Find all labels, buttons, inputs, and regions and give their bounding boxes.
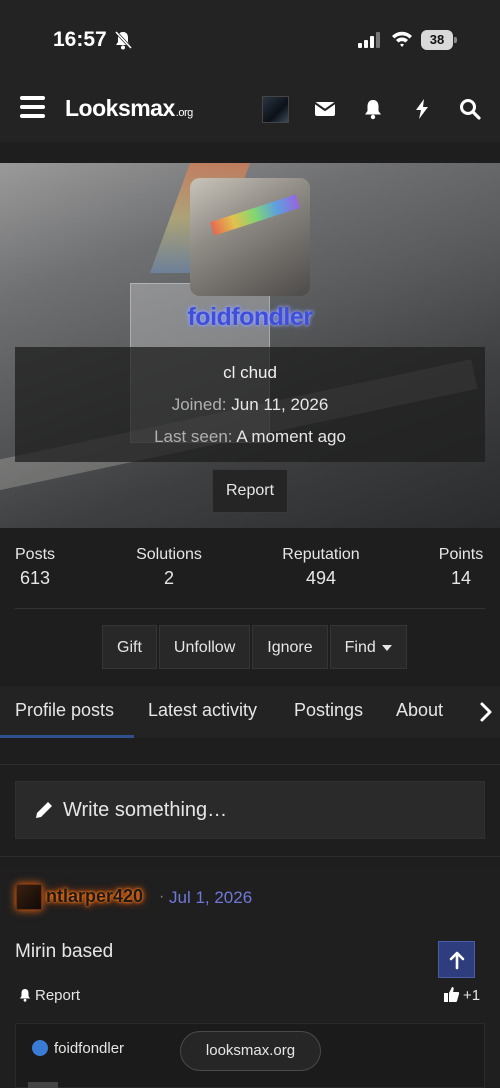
profile-info-box: cl chud Joined: Jun 11, 2026 Last seen: …: [15, 347, 485, 462]
site-logo[interactable]: Looksmax.org: [65, 95, 193, 122]
comment-avatar: [28, 1082, 58, 1088]
status-bar: 16:57 38: [0, 0, 500, 80]
stat-posts[interactable]: Posts 613: [15, 546, 55, 589]
battery-level: 38: [421, 30, 453, 50]
tab-profile-posts[interactable]: Profile posts: [15, 700, 114, 721]
reaction-user[interactable]: foidfondler: [54, 1040, 124, 1057]
tab-postings[interactable]: Postings: [294, 700, 363, 721]
divider: [0, 856, 500, 857]
find-dropdown[interactable]: Find: [329, 625, 407, 669]
tab-latest-activity[interactable]: Latest activity: [148, 700, 257, 721]
bell-icon[interactable]: [362, 98, 384, 120]
post-body: Mirin based: [15, 941, 114, 962]
profile-actions: Gift Unfollow Ignore Find: [102, 625, 407, 669]
write-something-placeholder: Write something…: [63, 799, 228, 821]
stat-solutions[interactable]: Solutions 2: [135, 546, 203, 589]
profile-stats: Posts 613 Solutions 2 Reputation 494 Points…: [15, 546, 485, 590]
active-tab-indicator: [0, 735, 134, 738]
user-title: cl chud: [223, 363, 277, 382]
write-something-input[interactable]: Write something…: [15, 781, 485, 839]
profile-banner: foidfondler cl chud Joined: Jun 11, 2026…: [0, 163, 500, 528]
like-button[interactable]: +1: [443, 986, 480, 1004]
divider: [15, 608, 485, 609]
gift-button[interactable]: Gift: [102, 625, 157, 669]
wifi-icon: [392, 31, 412, 47]
like-reaction-icon: [32, 1040, 48, 1056]
ignore-button[interactable]: Ignore: [252, 625, 328, 669]
lightning-icon[interactable]: [411, 98, 433, 120]
top-navbar: Looksmax.org: [0, 80, 500, 142]
bell-icon: [20, 989, 30, 1002]
search-icon[interactable]: [459, 98, 481, 120]
scroll-to-top-button[interactable]: [438, 941, 475, 978]
report-button[interactable]: Report: [212, 469, 288, 513]
post-separator: ·: [159, 888, 165, 905]
unfollow-button[interactable]: Unfollow: [158, 625, 251, 669]
status-time: 16:57: [53, 28, 107, 51]
post-author-name[interactable]: ntlarper420: [46, 886, 143, 907]
profile-tabs: Profile posts Latest activity Postings A…: [0, 686, 500, 738]
chevron-right-icon[interactable]: [476, 700, 496, 724]
stat-points[interactable]: Points 14: [437, 546, 485, 589]
tab-about[interactable]: About: [396, 700, 443, 721]
envelope-icon[interactable]: [314, 98, 336, 120]
post-date[interactable]: Jul 1, 2026: [169, 888, 252, 908]
divider: [0, 764, 500, 765]
post-report-link[interactable]: Report: [18, 987, 80, 1004]
profile-avatar[interactable]: [190, 178, 310, 296]
pencil-icon: [36, 802, 52, 818]
arrow-up-icon: [449, 951, 465, 970]
bell-off-icon: [114, 30, 132, 50]
last-seen-line: Last seen: A moment ago: [154, 427, 346, 446]
stat-reputation[interactable]: Reputation 494: [280, 546, 362, 589]
signal-icon: [358, 32, 380, 48]
menu-icon[interactable]: [20, 96, 45, 120]
caret-down-icon: [381, 644, 392, 651]
battery-icon: 38: [421, 30, 457, 50]
url-pill[interactable]: looksmax.org: [180, 1031, 321, 1071]
thumbs-up-icon: [444, 987, 460, 1002]
profile-username: foidfondler: [187, 303, 313, 331]
joined-line: Joined: Jun 11, 2026: [171, 395, 329, 414]
user-avatar[interactable]: [262, 96, 289, 123]
post-author-avatar[interactable]: [16, 884, 42, 910]
